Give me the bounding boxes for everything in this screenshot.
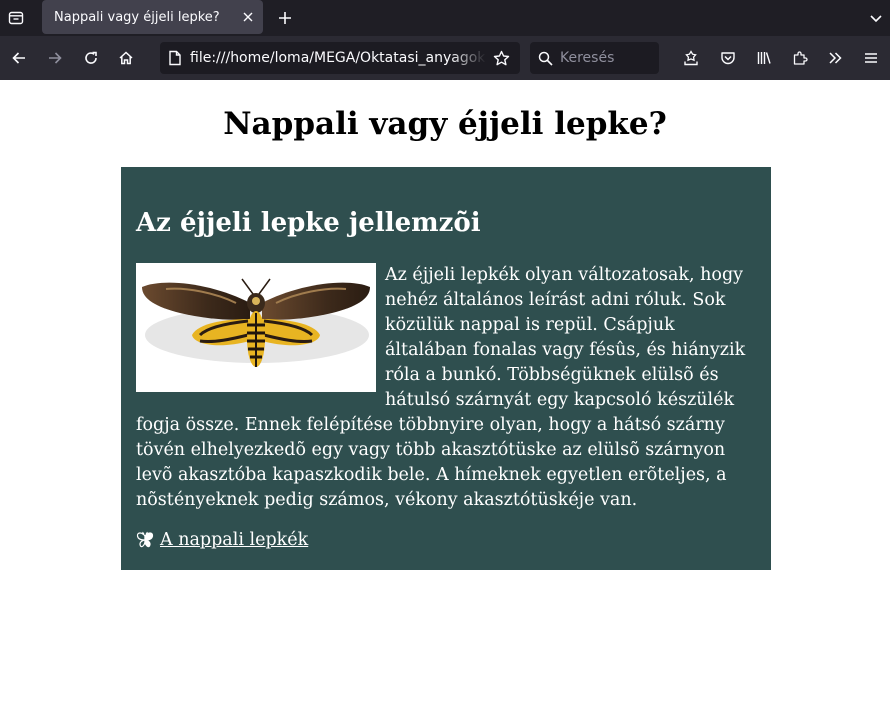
home-icon [119, 51, 133, 65]
forward-arrow-icon [49, 52, 62, 64]
save-icon [684, 50, 698, 66]
extensions-icon [793, 51, 808, 65]
page-info-button[interactable] [160, 42, 190, 74]
reload-button[interactable] [76, 43, 106, 73]
page-icon [169, 50, 181, 66]
close-icon [243, 12, 253, 22]
back-arrow-icon [12, 52, 25, 64]
back-button[interactable] [4, 43, 34, 73]
page-content: Nappali vagy éjjeli lepke? Az éjjeli lep… [0, 80, 890, 725]
menu-icon [865, 53, 877, 63]
save-button[interactable] [676, 43, 706, 73]
reload-icon [85, 51, 97, 64]
search-icon-wrap [530, 42, 560, 74]
search-input[interactable]: Keresés [560, 50, 614, 66]
library-icon [757, 52, 771, 64]
new-tab-button[interactable] [270, 3, 300, 33]
library-button[interactable] [749, 43, 779, 73]
home-button[interactable] [111, 43, 141, 73]
tab-active[interactable]: Nappali vagy éjjeli lepke? [42, 0, 263, 34]
star-icon [493, 50, 509, 65]
search-bar[interactable]: Keresés [530, 42, 659, 74]
app-menu-button[interactable] [856, 43, 886, 73]
url-bar[interactable]: file:///home/loma/MEGA/Oktatasi_anyagok/ [160, 42, 520, 74]
page-title: Nappali vagy éjjeli lepke? [223, 106, 667, 142]
tab-title: Nappali vagy éjjeli lepke? [54, 9, 220, 25]
pocket-button[interactable] [713, 43, 743, 73]
tab-close-button[interactable] [233, 2, 263, 32]
url-text[interactable]: file:///home/loma/MEGA/Oktatasi_anyagok/ [190, 50, 486, 66]
card-body: Az éjjeli lepkék olyan változatosak, hog… [136, 263, 756, 513]
plus-icon [279, 12, 291, 24]
navigation-toolbar: file:///home/loma/MEGA/Oktatasi_anyagok/… [0, 36, 890, 80]
butterfly-icon [136, 530, 156, 550]
card-heading: Az éjjeli lepke jellemzõi [136, 208, 481, 238]
chevron-down-icon [870, 15, 882, 23]
forward-button[interactable] [40, 43, 70, 73]
link-row: A nappali lepkék [136, 526, 308, 554]
extensions-button[interactable] [785, 43, 815, 73]
tabs-list-button[interactable] [0, 0, 32, 36]
moth-image [136, 263, 376, 392]
search-icon [538, 51, 553, 66]
list-all-tabs-button[interactable] [862, 3, 890, 33]
more-tools-button[interactable] [820, 43, 850, 73]
tabs-list-icon [8, 11, 24, 25]
bookmark-button[interactable] [486, 42, 516, 74]
day-butterflies-link[interactable]: A nappali lepkék [160, 530, 308, 550]
pocket-icon [721, 52, 735, 65]
overflow-chevrons-icon [829, 52, 842, 64]
moth-info-card: Az éjjeli lepke jellemzõi Az éjjeli lepk… [121, 167, 771, 570]
tab-strip: Nappali vagy éjjeli lepke? [0, 0, 890, 36]
